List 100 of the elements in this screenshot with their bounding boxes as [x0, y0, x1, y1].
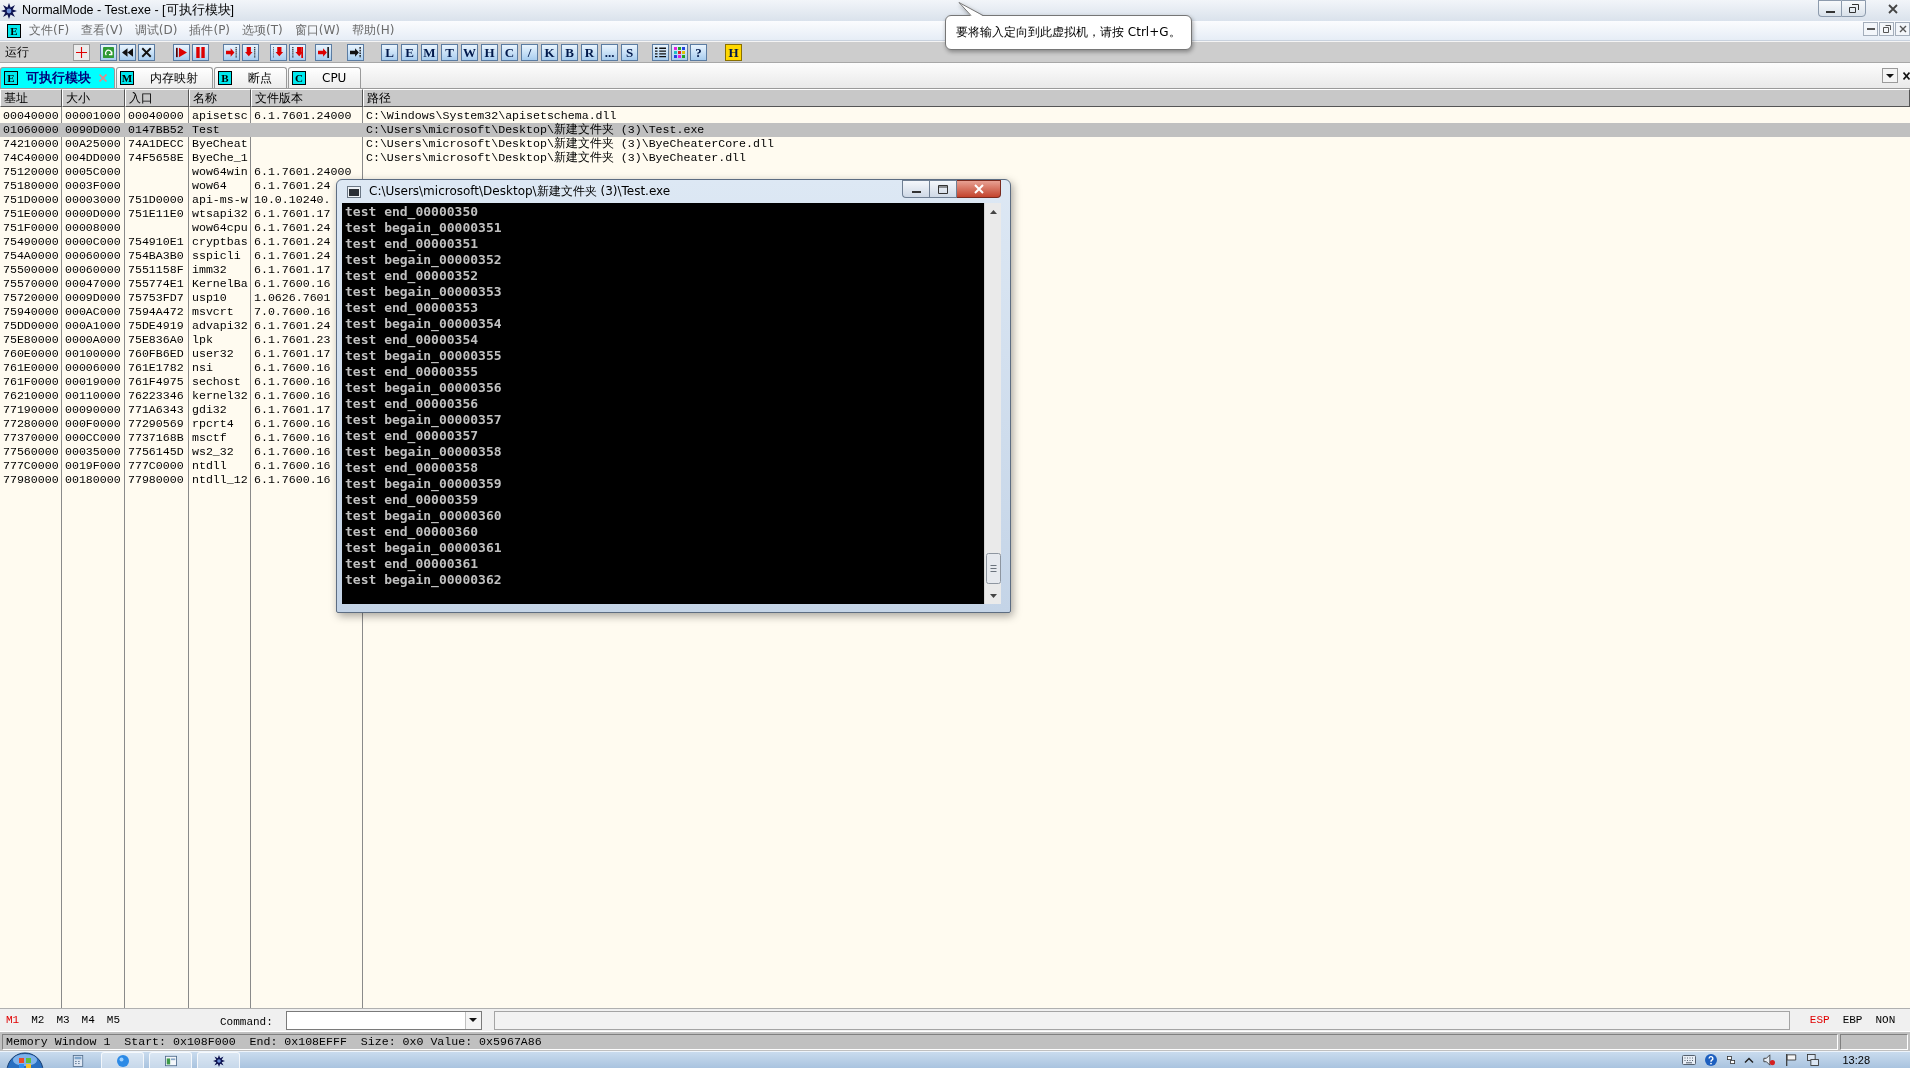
- letter-button[interactable]: /: [521, 43, 538, 61]
- letter-button[interactable]: S: [621, 43, 638, 61]
- close-button[interactable]: [957, 180, 1001, 198]
- tab[interactable]: M 内存映射: [116, 67, 213, 88]
- menu-item[interactable]: 插件(P): [189, 22, 231, 39]
- letter-button[interactable]: M: [421, 43, 438, 61]
- register-tab[interactable]: EBP: [1842, 1014, 1863, 1026]
- taskbar-button[interactable]: [197, 1052, 240, 1068]
- letter-button[interactable]: B: [561, 43, 578, 61]
- letter-button[interactable]: W: [461, 43, 478, 61]
- toolbar-button[interactable]: [173, 43, 190, 61]
- table-row[interactable]: 00040000 00001000 00040000 apisetsc 6.1.7601.24000 C:\Windows\System32\apisetschema.dll: [0, 109, 1910, 123]
- close-icon[interactable]: [1903, 71, 1910, 80]
- column-header[interactable]: 路径: [363, 89, 1910, 107]
- menu-item[interactable]: 查看(V): [81, 22, 123, 39]
- table-row[interactable]: 77560000 00035000 7756145D ws2_32 6.1.7600.16: [0, 445, 331, 459]
- memory-tab[interactable]: M4: [81, 1014, 95, 1026]
- register-tab[interactable]: ESP: [1809, 1014, 1830, 1026]
- letter-button[interactable]: C: [501, 43, 518, 61]
- toolbar-button[interactable]: [347, 43, 364, 61]
- table-row[interactable]: 754A0000 00060000 754BA3B0 sspicli 6.1.7601.24: [0, 249, 331, 263]
- table-row[interactable]: 75E80000 0000A000 75E836A0 lpk 6.1.7601.23: [0, 333, 331, 347]
- table-row[interactable]: 74210000 00A25000 74A1DECC ByeCheat C:\Users\microsoft\Desktop\新建文件夹 (3)\ByeCheaterCore.dll: [0, 137, 1910, 151]
- memory-tab[interactable]: M5: [106, 1014, 120, 1026]
- menu-item[interactable]: 文件(F): [29, 22, 70, 39]
- memory-tab[interactable]: M1: [6, 1014, 20, 1026]
- table-row[interactable]: 01060000 0090D000 0147BB52 Test C:\Users\microsoft\Desktop\新建文件夹 (3)\Test.exe: [0, 123, 1910, 137]
- restore-button[interactable]: [1841, 0, 1866, 17]
- toolbar-button[interactable]: [652, 43, 669, 61]
- letter-button[interactable]: L: [381, 43, 398, 61]
- table-row[interactable]: 761E0000 00006000 761E1782 nsi 6.1.7600.16: [0, 361, 331, 375]
- restore-button[interactable]: [1879, 22, 1894, 36]
- table-row[interactable]: 75570000 00047000 755774E1 KernelBa 6.1.7600.16: [0, 277, 331, 291]
- arrow-to-bar-icon: [318, 46, 329, 58]
- letter-button[interactable]: ...: [601, 43, 618, 61]
- table-row[interactable]: 77190000 00090000 771A6343 gdi32 6.1.7601.17: [0, 403, 331, 417]
- scrollbar[interactable]: [984, 203, 1001, 604]
- register-tab[interactable]: NON: [1875, 1014, 1896, 1026]
- table-row[interactable]: 751E0000 0000D000 751E11E0 wtsapi32 6.1.7601.17: [0, 207, 331, 221]
- table-row[interactable]: 761F0000 00019000 761F4975 sechost 6.1.7600.16: [0, 375, 331, 389]
- minimize-button[interactable]: [1818, 0, 1841, 17]
- close-button[interactable]: [1895, 22, 1910, 36]
- toolbar-button[interactable]: [315, 43, 332, 61]
- minimize-button[interactable]: [1863, 22, 1878, 36]
- table-row[interactable]: 760E0000 00100000 760FB6ED user32 6.1.7601.17: [0, 347, 331, 361]
- tab[interactable]: E 可执行模块: [0, 67, 115, 88]
- column-header[interactable]: 入口: [125, 89, 189, 107]
- overlapping-windows-icon[interactable]: [1726, 1056, 1737, 1064]
- menu-item[interactable]: 选项(T): [242, 22, 283, 39]
- letter-button[interactable]: H: [725, 43, 742, 61]
- table-row[interactable]: 75180000 0003F000 wow64 6.1.7601.24: [0, 179, 331, 193]
- memory-tab[interactable]: M3: [56, 1014, 70, 1026]
- memory-tab[interactable]: M2: [31, 1014, 45, 1026]
- keyboard-icon[interactable]: [1682, 1054, 1697, 1066]
- monitors-icon[interactable]: [1806, 1054, 1821, 1066]
- table-row[interactable]: 751D0000 00003000 751D0000 api-ms-w 10.0.10240.: [0, 193, 331, 207]
- column-header[interactable]: 名称: [189, 89, 251, 107]
- speaker-icon[interactable]: [1762, 1054, 1777, 1066]
- command-field[interactable]: [285, 1010, 482, 1030]
- column-header[interactable]: 大小: [62, 89, 125, 107]
- column-header[interactable]: 基址: [0, 89, 62, 107]
- scroll-thumb[interactable]: [985, 553, 1001, 584]
- letter-button[interactable]: E: [401, 43, 418, 61]
- table-row[interactable]: 751F0000 00008000 wow64cpu 6.1.7601.24: [0, 221, 331, 235]
- letter-button[interactable]: ?: [690, 43, 707, 61]
- table-row[interactable]: 75120000 0005C000 wow64win 6.1.7601.24000: [0, 165, 352, 179]
- input-field[interactable]: [493, 1010, 1790, 1030]
- toolbar-button[interactable]: [119, 43, 136, 61]
- caret-up-icon[interactable]: [1744, 1056, 1755, 1064]
- table-row[interactable]: 76210000 00110000 76223346 kernel32 6.1.7600.16: [0, 389, 331, 403]
- flag-icon[interactable]: [1784, 1054, 1799, 1066]
- tab-list-button[interactable]: [1882, 68, 1898, 83]
- column-header[interactable]: 文件版本: [251, 89, 363, 107]
- dropdown-button[interactable]: [464, 1011, 481, 1029]
- table-row[interactable]: 75720000 0009D000 75753FD7 usp10 1.0626.7601: [0, 291, 331, 305]
- table-row[interactable]: 75940000 000AC000 7594A472 msvcrt 7.0.7600.16: [0, 305, 331, 319]
- menu-item[interactable]: 调试(D): [134, 22, 178, 39]
- table-row[interactable]: 75500000 00060000 7551158F imm32 6.1.7601.17: [0, 263, 331, 277]
- table-row[interactable]: 77280000 000F0000 77290569 rpcrt4 6.1.7600.16: [0, 417, 331, 431]
- tab[interactable]: B 断点: [214, 67, 287, 88]
- letter-button[interactable]: R: [581, 43, 598, 61]
- tab[interactable]: C CPU: [288, 67, 362, 88]
- help-icon[interactable]: [1704, 1054, 1719, 1066]
- table-row[interactable]: 74C40000 004DD000 74F5658E ByeChe_1 C:\Users\microsoft\Desktop\新建文件夹 (3)\ByeCheater.dll: [0, 151, 1910, 165]
- table-row[interactable]: 75DD0000 000A1000 75DE4919 advapi32 6.1.7601.24: [0, 319, 331, 333]
- start-button[interactable]: [6, 1052, 44, 1068]
- clock[interactable]: 13:28: [1842, 1053, 1870, 1067]
- letter-button[interactable]: K: [541, 43, 558, 61]
- table-row[interactable]: 75490000 0000C000 754910E1 cryptbas 6.1.7601.24: [0, 235, 331, 249]
- minimize-button[interactable]: [902, 180, 929, 198]
- table-row[interactable]: 777C0000 0019F000 777C0000 ntdll 6.1.7600.16: [0, 459, 331, 473]
- menu-item[interactable]: 帮助(H): [352, 22, 395, 39]
- letter-button[interactable]: T: [441, 43, 458, 61]
- toolbar-button[interactable]: [671, 43, 688, 61]
- letter-button[interactable]: H: [481, 43, 498, 61]
- menu-item[interactable]: 窗口(W): [294, 22, 340, 39]
- toolbar-button[interactable]: [138, 43, 155, 61]
- maximize-button[interactable]: [929, 180, 957, 198]
- table-row[interactable]: 77980000 00180000 77980000 ntdll_12 6.1.7600.16: [0, 473, 331, 487]
- table-row[interactable]: 77370000 000CC000 7737168B msctf 6.1.7600.16: [0, 431, 331, 445]
